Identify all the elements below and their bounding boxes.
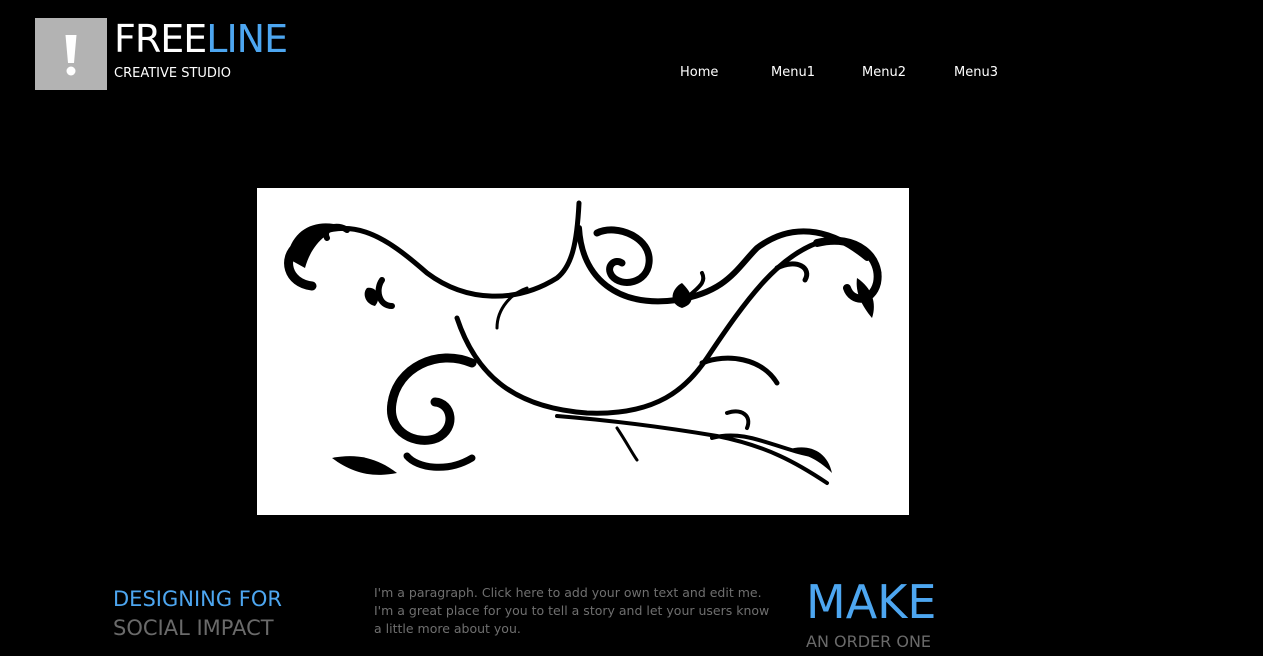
brand-name[interactable]: FREELINE [114,16,288,62]
nav-item-menu2[interactable]: Menu2 [862,64,906,82]
nav-item-home[interactable]: Home [680,64,718,82]
cta-heading: MAKE [806,575,937,629]
logo[interactable] [35,18,107,90]
exclamation-icon [65,35,77,76]
hero-image [257,188,909,515]
nav-item-menu3[interactable]: Menu3 [954,64,998,82]
section-heading-line2: SOCIAL IMPACT [113,616,274,640]
nav-item-menu1[interactable]: Menu1 [771,64,815,82]
brand-name-part1: FREE [114,17,207,61]
floral-swirl-ornament [284,200,882,485]
page: FREELINE CREATIVE STUDIO Home Menu1 Menu… [0,0,1263,656]
brand-tagline: CREATIVE STUDIO [114,66,232,81]
intro-paragraph: I'm a paragraph. Click here to add your … [374,585,770,636]
brand-name-part2: LINE [206,17,288,61]
section-heading-line1: DESIGNING FOR [113,587,282,611]
cta-subheading: AN ORDER ONE [806,632,932,651]
